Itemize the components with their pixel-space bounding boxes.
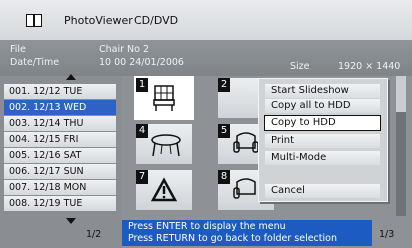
scroll-up-arrow-icon[interactable] [66,74,76,80]
photo-viewer-screen: PhotoViewer CD/DVD File Chair No 2 Date/… [0,0,412,248]
date-label: Date/Time [10,57,60,68]
thumbnail-number: 4 [136,124,148,138]
thumbnail-scrollbar[interactable] [396,76,406,216]
thumbnail-1[interactable]: 1 [134,76,194,120]
source-label: CD/DVD [134,14,179,27]
help-message: Press ENTER to display the menu Press RE… [122,220,372,246]
thumbnail-number: 2 [218,78,230,92]
start-slideshow-menu-item[interactable]: Start Slideshow [265,84,380,98]
folder-list-item[interactable]: 002. 12/13 WED [4,100,116,115]
date-value: 10 00 24/01/2006 [99,57,184,68]
thumbnail-4[interactable]: 4 [136,124,192,164]
page-indicator: 1/3 [379,229,395,240]
folder-list-item[interactable]: 001. 12/12 TUE [4,84,116,99]
size-value: 1920 × 1440 [338,61,401,72]
size-label: Size [290,61,310,72]
thumbnail-number: 7 [136,170,148,184]
folder-list-item[interactable]: 004. 12/15 FRI [4,132,116,147]
help-line-1: Press ENTER to display the menu [128,221,286,232]
copy-to-hdd-menu-item[interactable]: Copy to HDD [264,115,381,131]
photo-album-icon [26,14,42,27]
multi-mode-menu-item[interactable]: Multi-Mode [265,151,380,165]
file-label: File [10,44,26,55]
help-line-2: Press RETURN to go back to folder select… [128,233,337,244]
app-title: PhotoViewer [64,14,133,27]
folder-list-item[interactable]: 008. 12/19 TUE [4,196,116,211]
header-bar: PhotoViewer CD/DVD [0,0,412,40]
thumbnail-number: 1 [136,78,148,92]
armchair-icon [233,178,256,199]
folder-list-item[interactable]: 005. 12/16 SAT [4,148,116,163]
scroll-down-arrow-icon[interactable] [66,218,76,224]
list-page-indicator: 1/2 [86,229,102,240]
warning-icon [150,177,178,202]
table-icon [151,134,181,157]
folder-list-item[interactable]: 007. 12/18 MON [4,180,116,195]
copy-all-to-hdd-menu-item[interactable]: Copy all to HDD [265,99,380,113]
info-bar: File Chair No 2 Date/Time 10 00 24/01/20… [0,40,412,76]
folder-list-item[interactable]: 006. 12/17 SUN [4,164,116,179]
thumbnail-7[interactable]: 7 [136,170,192,210]
context-menu: Start Slideshow Copy all to HDD Copy to HD… [258,78,388,202]
folder-list-item[interactable]: 003. 12/14 THU [4,116,116,131]
chair-icon [153,85,175,111]
armchair-icon [233,132,259,153]
thumbnail-number: 5 [218,124,230,138]
cancel-menu-item[interactable]: Cancel [265,184,380,198]
file-value: Chair No 2 [99,44,150,55]
thumbnail-number: 8 [218,170,230,184]
scrollbar-thumb[interactable] [396,76,406,112]
print-menu-item[interactable]: Print [265,134,380,148]
